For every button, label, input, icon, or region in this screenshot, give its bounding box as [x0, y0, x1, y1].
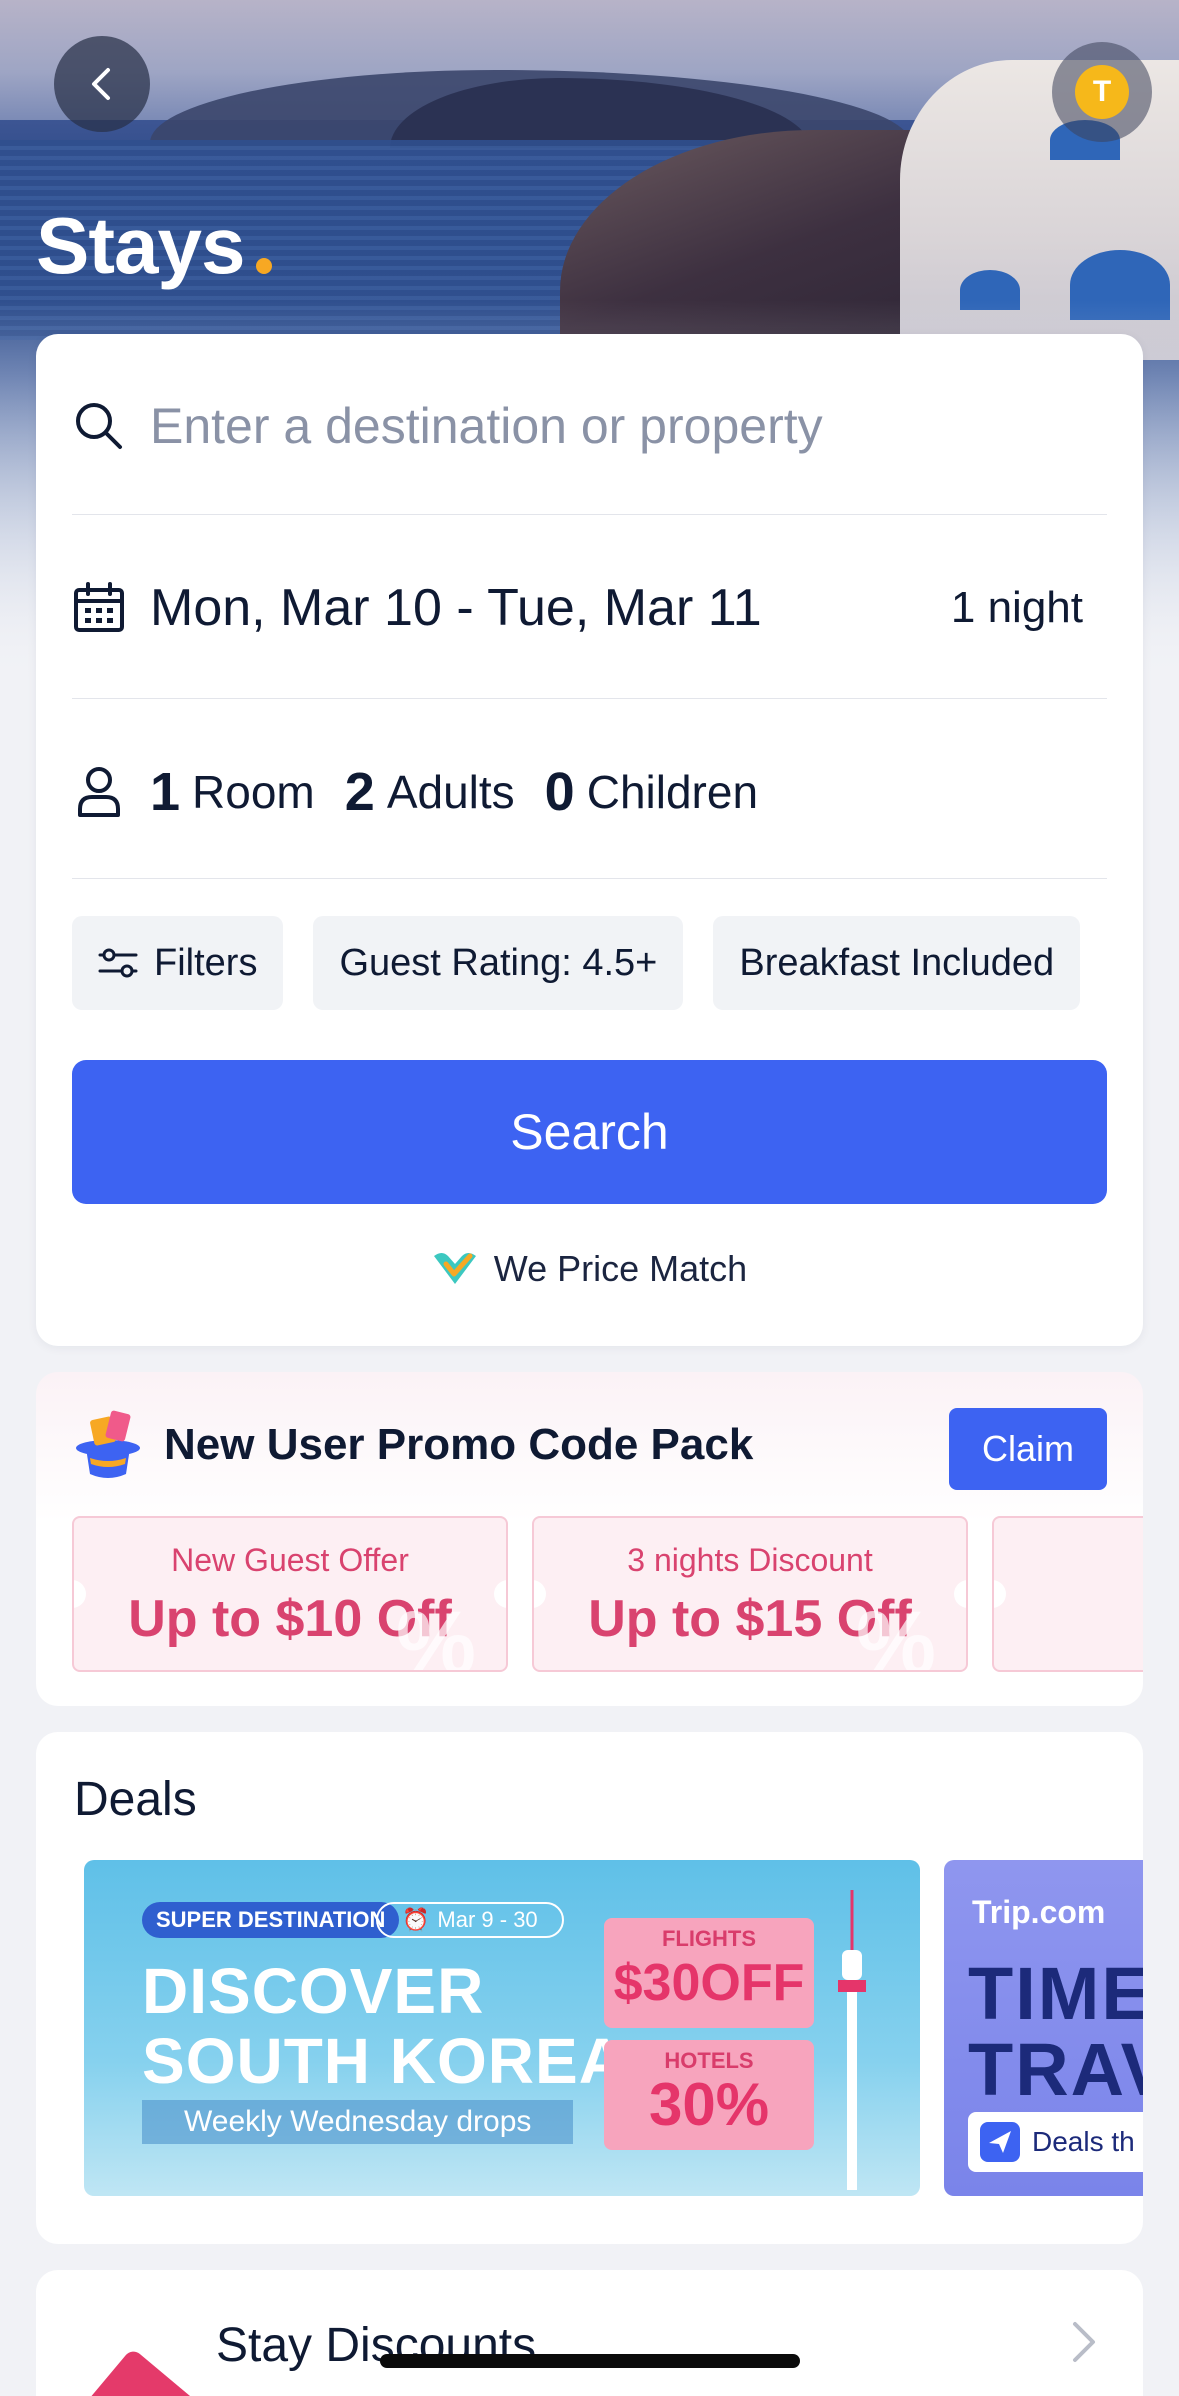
profile-button[interactable]: T [1052, 42, 1152, 142]
page-title: Stays [36, 201, 245, 290]
adult-label: Adults [386, 766, 515, 818]
chevron-right-icon [1073, 2322, 1095, 2362]
coupon-watermark: % [395, 1594, 476, 1672]
avatar: T [1075, 65, 1129, 119]
destination-placeholder: Enter a destination or property [150, 398, 823, 454]
destination-input[interactable]: Enter a destination or property [72, 378, 1107, 474]
deals-title: Deals [74, 1773, 197, 1826]
deal-banner-south-korea[interactable]: SUPER DESTINATION ⏰ Mar 9 - 30 DISCOVER … [84, 1860, 920, 2196]
filters-chip[interactable]: Filters [72, 916, 284, 1010]
gift-hat-icon [76, 1410, 140, 1478]
back-button[interactable] [54, 36, 150, 132]
deal-subtitle: Weekly Wednesday drops [142, 2100, 574, 2144]
price-match-link[interactable]: We Price Match [36, 1248, 1143, 1290]
claim-button[interactable]: Claim [949, 1408, 1107, 1490]
deal-pill: Deals th [968, 2112, 1143, 2172]
deal-dates: ⏰ Mar 9 - 30 [376, 1902, 564, 1938]
coupon-list: New Guest Offer Up to $10 Off % 3 nights… [72, 1516, 1143, 1672]
children-count: 0 [544, 762, 575, 822]
deal-pill-text: Deals th [1032, 2126, 1135, 2157]
coupon-card[interactable]: New Guest Offer Up to $10 Off % [72, 1516, 508, 1672]
nights-count: 1 night [950, 583, 1083, 632]
heart-check-icon [432, 1250, 478, 1288]
search-icon [72, 398, 128, 454]
filter-chips: Filters Guest Rating: 4.5+ Breakfast Inc… [72, 916, 1081, 1010]
discount-tag-icon [61, 2347, 217, 2396]
guest-rating-chip[interactable]: Guest Rating: 4.5+ [313, 916, 684, 1010]
room-label: Room [192, 766, 315, 818]
hotels-ticket: HOTELS 30% [604, 2040, 814, 2150]
airplane-icon [980, 2122, 1020, 2162]
coupon-name: T [994, 1542, 1143, 1579]
date-selector[interactable]: Mon, Mar 10 - Tue, Mar 11 1 night [72, 560, 1107, 656]
coupon-watermark: % [855, 1594, 936, 1672]
tripcom-logo: Trip.com [972, 1894, 1106, 1930]
breakfast-chip[interactable]: Breakfast Included [713, 916, 1081, 1010]
children-label: Children [586, 766, 759, 818]
search-card: Enter a destination or property Mon, Mar… [36, 334, 1143, 1346]
title-accent-dot [256, 258, 272, 274]
deal-headline-line2: TRAV [968, 2028, 1143, 2111]
super-destination-tag: SUPER DESTINATION [142, 1902, 400, 1938]
divider [72, 878, 1107, 879]
deal-headline-line1: DISCOVER [142, 1955, 485, 2027]
guest-selector[interactable]: 1 Room 2 Adults 0 Children [72, 744, 1107, 840]
sliders-icon [98, 946, 138, 980]
flights-value: $30OFF [613, 1954, 805, 2012]
promo-title: New User Promo Code Pack [164, 1420, 754, 1469]
divider [72, 698, 1107, 699]
calendar-icon [72, 580, 128, 636]
seoul-tower-icon [838, 1890, 866, 2190]
coupon-card[interactable]: 3 nights Discount Up to $15 Off % [532, 1516, 968, 1672]
deal-headline: DISCOVER SOUTH KOREA [142, 1956, 626, 2096]
flights-ticket: FLIGHTS $30OFF [604, 1918, 814, 2028]
deals-section: Deals SUPER DESTINATION ⏰ Mar 9 - 30 DIS… [36, 1732, 1143, 2244]
search-button[interactable]: Search [72, 1060, 1107, 1204]
stay-discounts-card[interactable]: Stay Discounts [36, 2270, 1143, 2396]
hotels-value: 30% [648, 2071, 770, 2138]
deal-headline: TIME TRAV [968, 1956, 1143, 2108]
date-range: Mon, Mar 10 - Tue, Mar 11 [150, 579, 762, 637]
price-match-label: We Price Match [493, 1248, 748, 1289]
coupon-card[interactable]: T Up [992, 1516, 1143, 1672]
filters-label: Filters [154, 941, 258, 984]
divider [72, 514, 1107, 515]
adult-count: 2 [344, 762, 375, 822]
guest-rating-label: Guest Rating: 4.5+ [339, 941, 658, 984]
coupon-name: New Guest Offer [171, 1542, 409, 1578]
home-indicator [380, 2354, 800, 2368]
deal-banner-time-travel[interactable]: Trip.com TIME TRAV Deals th [944, 1860, 1143, 2196]
coupon-value: Up [994, 1589, 1143, 1649]
alarm-clock-icon: ⏰ [402, 1907, 430, 1932]
person-icon [72, 764, 128, 820]
coupon-name: 3 nights Discount [627, 1542, 873, 1578]
chevron-left-icon [92, 68, 110, 100]
deal-headline-line2: SOUTH KOREA [142, 2025, 626, 2097]
deal-headline-line1: TIME [968, 1952, 1143, 2035]
flights-label: FLIGHTS [661, 1926, 757, 1951]
breakfast-label: Breakfast Included [739, 941, 1055, 984]
promo-code-card: New User Promo Code Pack Claim New Guest… [36, 1372, 1143, 1706]
room-count: 1 [150, 762, 181, 822]
deal-date-text: Mar 9 - 30 [437, 1907, 538, 1932]
